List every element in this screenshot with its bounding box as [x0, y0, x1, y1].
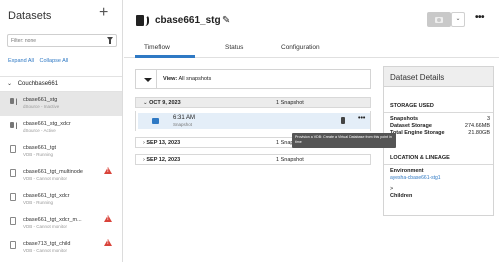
dataset-status: dSource - Active	[23, 128, 56, 133]
pencil-edit-icon[interactable]: ✎	[222, 15, 230, 26]
active-tab-indicator	[135, 55, 195, 58]
warning-icon	[104, 239, 112, 246]
dsource-icon	[10, 97, 17, 105]
vdb-icon	[10, 145, 16, 153]
date-row-oct-9[interactable]: ⌄ OCT 9, 2023 1 Snapshot	[135, 97, 371, 108]
filter-field[interactable]	[7, 34, 117, 47]
date-row-label: ⌄ OCT 9, 2023	[143, 100, 181, 106]
chevron-right-icon: ›	[143, 157, 145, 163]
caret-down-icon[interactable]	[144, 78, 152, 82]
camera-icon	[152, 118, 159, 124]
divider	[384, 112, 493, 113]
expand-all-link[interactable]: Expand All	[8, 58, 34, 64]
group-label: Couchbase661	[17, 81, 59, 87]
storage-value: 21.80GB	[468, 130, 490, 136]
dataset-item-cbase713-tgt-child[interactable]: cbase713_tgt_child VDB - Cannot monitor	[0, 236, 122, 260]
children-label[interactable]: Children	[390, 193, 490, 199]
divider	[156, 70, 157, 88]
storage-used-heading: STORAGE USED	[390, 103, 434, 109]
snapshot-count: 1 Snapshot	[276, 157, 304, 163]
actions-dropdown-button[interactable]: ⌄	[451, 12, 465, 27]
vdb-icon	[10, 193, 16, 201]
dataset-status: VDB - Cannot monitor	[23, 176, 68, 181]
storage-row-snapshots: Snapshots 3	[390, 116, 490, 122]
divider	[384, 164, 493, 165]
dataset-name: cbase661_stg	[23, 97, 58, 103]
sidebar-title: Datasets	[8, 10, 52, 22]
details-title: Dataset Details	[384, 67, 493, 87]
dsource-title-icon-arc	[145, 15, 149, 26]
environment-label: Environment	[390, 168, 424, 174]
dataset-item-cbase661-tgt[interactable]: cbase661_tgt VDB - Running	[0, 140, 122, 164]
page-title: cbase661_stg	[155, 15, 221, 26]
snapshot-camera-button[interactable]	[427, 12, 451, 27]
tab-timeflow[interactable]: Timeflow	[144, 44, 170, 51]
dataset-name: cbase661_tgt	[23, 145, 57, 151]
chevron-right-icon: >	[390, 186, 394, 192]
dataset-status: VDB - Cannot monitor	[23, 248, 68, 253]
storage-row-total-engine: Total Engine Storage 21.80GB	[390, 130, 490, 136]
vdb-icon	[10, 169, 16, 177]
storage-value: 274.66MB	[464, 123, 490, 129]
date-row-label: › SEP 13, 2023	[143, 140, 181, 146]
tab-status[interactable]: Status	[225, 44, 243, 51]
filter-input[interactable]	[8, 35, 100, 46]
group-header-couchbase661[interactable]: ⌄ Couchbase661	[0, 76, 122, 92]
date-row-label: › SEP 12, 2023	[143, 157, 181, 163]
location-lineage-heading: LOCATION & LINEAGE	[390, 155, 450, 161]
snapshot-count: 1 Snapshot	[276, 100, 304, 106]
snapshot-card[interactable]: 6:31 AM Snapshot •••	[138, 113, 370, 129]
provision-vdb-icon[interactable]	[341, 117, 345, 124]
more-options-button[interactable]: •••	[475, 12, 485, 23]
view-filter-value: All snapshots	[178, 76, 212, 82]
datasets-sidebar: Datasets + Expand All Collapse All ⌄ Cou…	[0, 0, 123, 262]
dataset-details-panel: Dataset Details STORAGE USED Snapshots 3 …	[383, 66, 494, 216]
view-filter-bar[interactable]: View: All snapshots	[135, 69, 371, 89]
collapse-all-link[interactable]: Collapse All	[40, 58, 69, 64]
view-filter-label: View: All snapshots	[163, 76, 212, 82]
date-row-sep-12[interactable]: › SEP 12, 2023 1 Snapshot	[135, 154, 371, 165]
dsource-icon	[10, 121, 17, 129]
dataset-item-cbase661-stg-xdcr[interactable]: cbase661_stg_xdcr dSource - Active	[0, 116, 122, 140]
chevron-down-icon: ⌄	[143, 100, 148, 106]
dataset-name: cbase713_tgt_child	[23, 241, 71, 247]
children-toggle[interactable]: >	[390, 186, 490, 192]
environment-link[interactable]: ayesha-cbase661-stg1	[390, 175, 441, 181]
storage-row-dataset-storage: Dataset Storage 274.66MB	[390, 123, 490, 129]
chevron-down-icon: ⌄	[7, 81, 13, 87]
provision-vdb-tooltip: Provision a VDB: Create a Virtual Databa…	[292, 133, 396, 148]
dataset-status: VDB - Running	[23, 200, 54, 205]
snapshot-row[interactable]: 6:31 AM Snapshot •••	[135, 111, 371, 131]
dataset-item-cbase661-tgt-xdcr[interactable]: cbase661_tgt_xdcr VDB - Running	[0, 188, 122, 212]
dataset-item-cbase661-tgt-multinode[interactable]: cbase661_tgt_multinode VDB - Cannot moni…	[0, 164, 122, 188]
storage-value: 3	[486, 116, 490, 122]
dataset-status: dSource - Inactive	[23, 104, 60, 109]
snapshot-time: 6:31 AM	[173, 115, 196, 121]
chevron-right-icon: ›	[143, 140, 145, 146]
snapshot-label: Snapshot	[173, 122, 193, 127]
vdb-icon	[10, 217, 16, 225]
snapshot-more-button[interactable]: •••	[358, 115, 365, 122]
warning-icon	[104, 215, 112, 222]
dataset-status: VDB - Cannot monitor	[23, 224, 68, 229]
dataset-name: cbase661_tgt_xdcr_m...	[23, 217, 82, 223]
dataset-name: cbase661_stg_xdcr	[23, 121, 71, 127]
dataset-name: cbase661_tgt_xdcr	[23, 193, 70, 199]
dataset-header: cbase661_stg ✎ ⌄ ••• Timeflow Status Con…	[124, 0, 499, 66]
warning-icon	[104, 167, 112, 174]
vdb-icon	[10, 241, 16, 249]
add-dataset-button[interactable]: +	[99, 5, 108, 21]
filter-funnel-icon[interactable]	[107, 37, 113, 44]
timeflow-panel: View: All snapshots ⌄ OCT 9, 2023 1 Snap…	[135, 66, 396, 262]
dataset-status: VDB - Running	[23, 152, 54, 157]
dsource-title-icon	[136, 15, 144, 26]
expand-collapse-links: Expand All Collapse All	[8, 58, 72, 64]
dataset-item-cbase661-tgt-xdcr-m[interactable]: cbase661_tgt_xdcr_m... VDB - Cannot moni…	[0, 212, 122, 236]
dataset-name: cbase661_tgt_multinode	[23, 169, 83, 175]
dataset-item-cbase661-stg[interactable]: cbase661_stg dSource - Inactive	[0, 92, 122, 116]
tab-configuration[interactable]: Configuration	[281, 44, 320, 51]
tab-bar: Timeflow Status Configuration	[124, 38, 499, 58]
